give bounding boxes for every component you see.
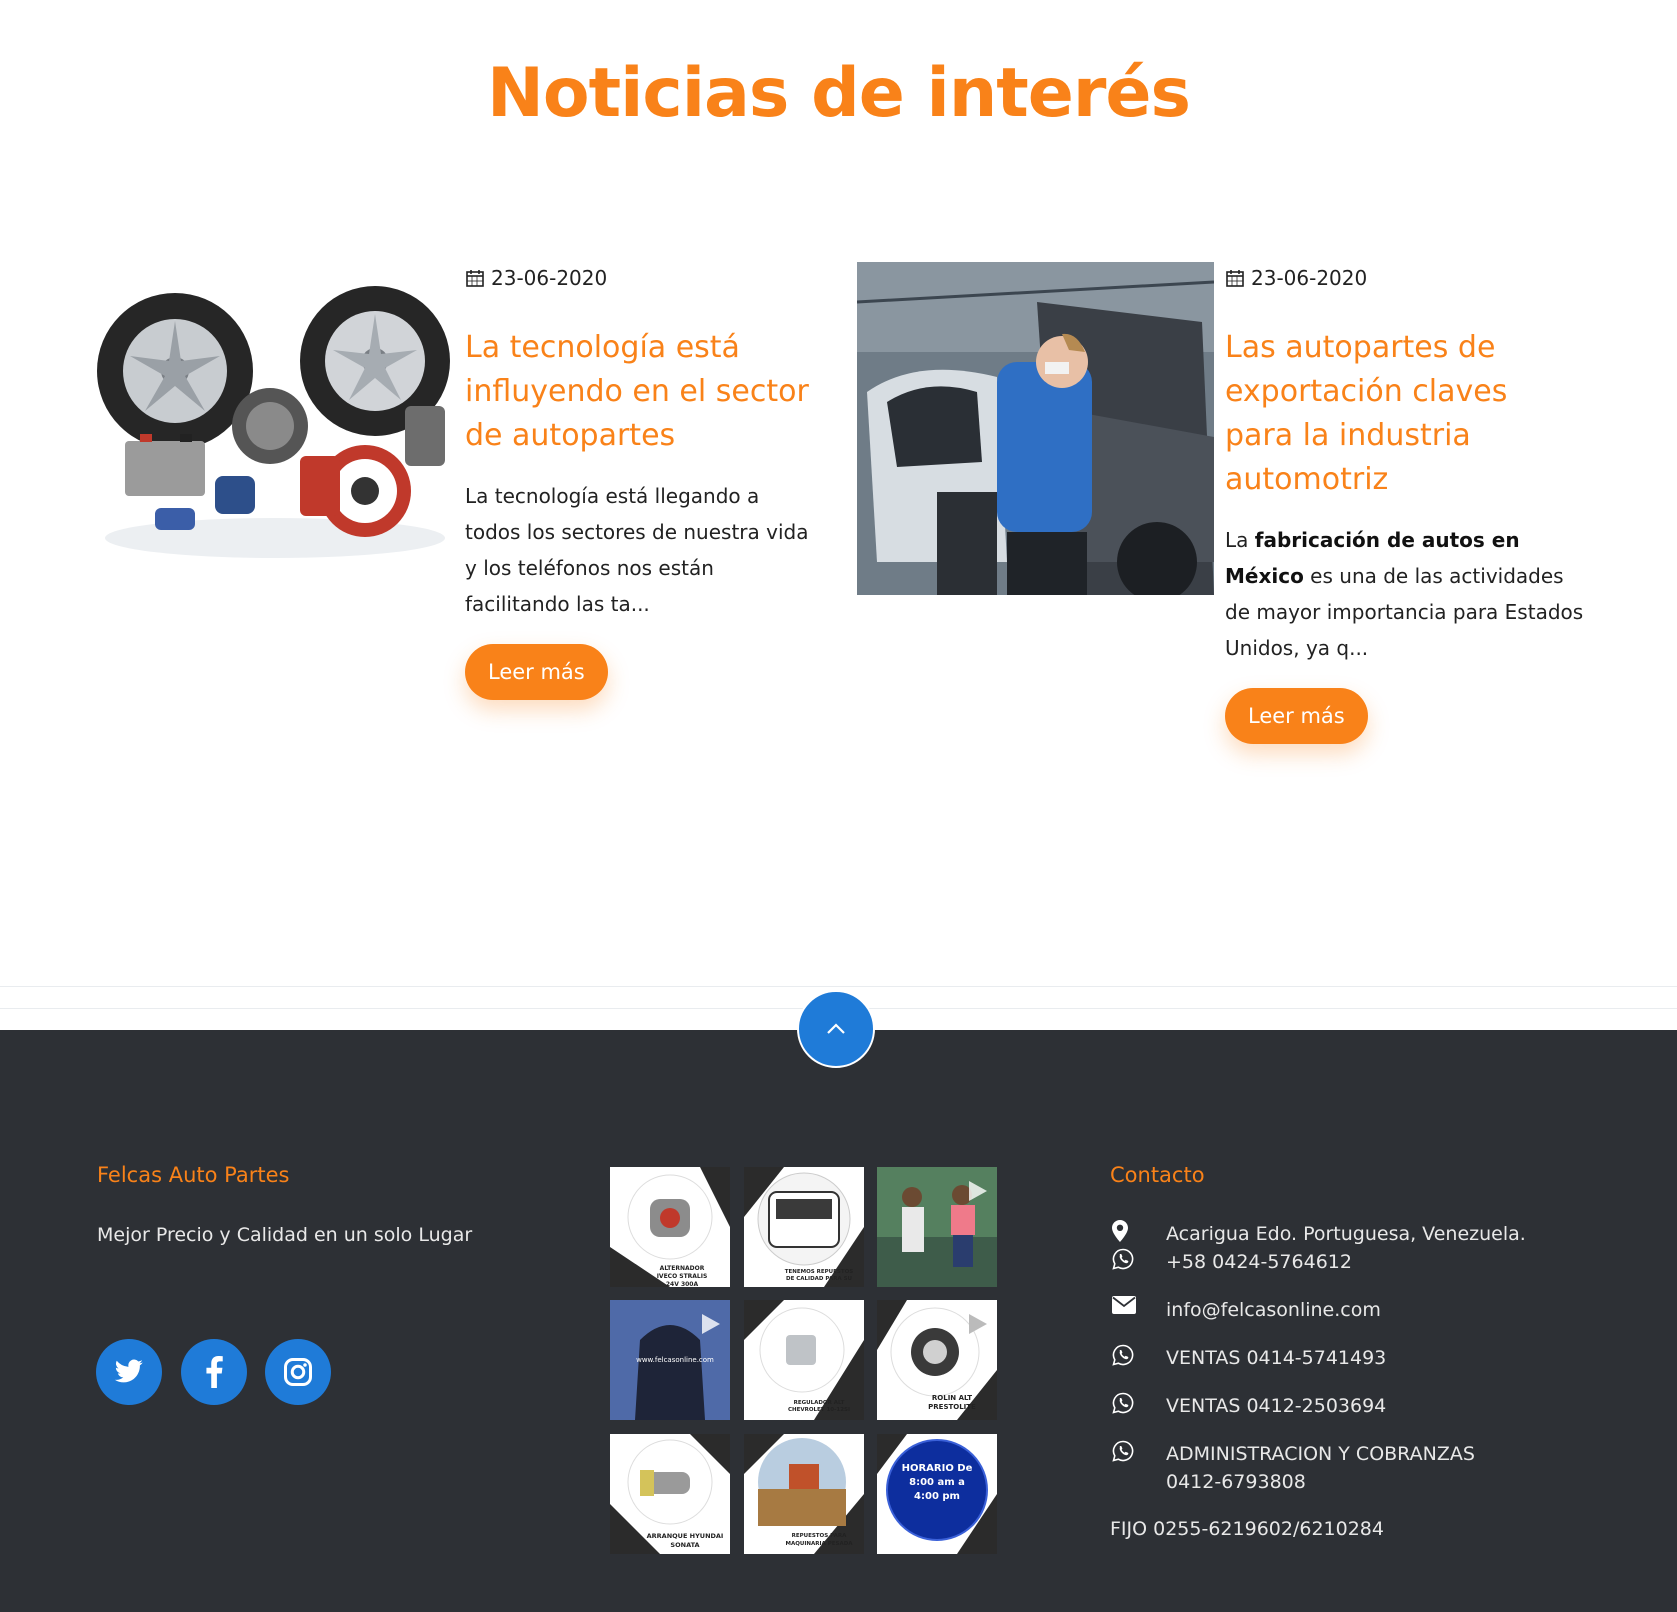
whatsapp-icon xyxy=(1112,1392,1134,1414)
contact-ventas-1-text: VENTAS 0414-5741493 xyxy=(1166,1347,1387,1369)
news-title[interactable]: Las autopartes de exportación claves par… xyxy=(1225,326,1555,502)
post-caption: www.felcasonline.com xyxy=(636,1356,714,1364)
instagram-post[interactable]: TENEMOS REPUESTOS DE CALIDAD PARA SU xyxy=(744,1167,864,1287)
news-date-text: 23-06-2020 xyxy=(491,266,608,290)
excerpt-prefix: La xyxy=(1225,528,1255,552)
whatsapp-icon xyxy=(1112,1344,1134,1366)
contact-email[interactable]: info@felcasonline.com xyxy=(1110,1296,1381,1324)
news-date: 23-06-2020 xyxy=(1225,266,1367,290)
news-date: 23-06-2020 xyxy=(465,266,607,290)
instagram-video-post[interactable]: ROLIN ALT PRESTOLITE xyxy=(877,1300,997,1420)
contact-ventas-1[interactable]: VENTAS 0414-5741493 xyxy=(1110,1344,1386,1372)
contact-email-text: info@felcasonline.com xyxy=(1166,1299,1381,1321)
twitter-button[interactable] xyxy=(96,1339,162,1405)
read-more-button[interactable]: Leer más xyxy=(465,644,608,700)
instagram-icon xyxy=(284,1358,312,1386)
whatsapp-icon xyxy=(1112,1440,1134,1462)
instagram-video-post[interactable] xyxy=(877,1167,997,1287)
post-caption: REGULADOR ALT CHEVROLET 10-12SI xyxy=(787,1400,851,1413)
news-image-auto-parts[interactable] xyxy=(95,276,455,566)
post-caption: ROLIN ALT PRESTOLITE xyxy=(928,1394,976,1411)
post-caption: ALTERNADOR IVECO STRALIS 24V 300A xyxy=(656,1265,708,1287)
auto-parts-illustration xyxy=(97,286,450,558)
contact-phone-text: +58 0424-5764612 xyxy=(1166,1251,1352,1273)
whatsapp-icon xyxy=(1112,1248,1134,1270)
footer-brand-title: Felcas Auto Partes xyxy=(97,1163,290,1187)
instagram-post[interactable]: REPUESTOS PARA MAQUINARIA PESADA xyxy=(744,1434,864,1554)
chevron-up-icon xyxy=(827,1023,845,1034)
contact-admin-text: ADMINISTRACION Y COBRANZAS 0412-6793808 xyxy=(1166,1440,1475,1496)
footer-contact-title: Contacto xyxy=(1110,1163,1205,1187)
contact-address: Acarigua Edo. Portuguesa, Venezuela. xyxy=(1110,1220,1526,1248)
instagram-video-post[interactable]: www.felcasonline.com xyxy=(610,1300,730,1420)
scroll-to-top-button[interactable] xyxy=(797,990,875,1068)
divider xyxy=(0,986,1677,987)
contact-admin[interactable]: ADMINISTRACION Y COBRANZAS 0412-6793808 xyxy=(1110,1440,1475,1496)
instagram-post[interactable]: REGULADOR ALT CHEVROLET 10-12SI xyxy=(744,1300,864,1420)
contact-fijo: FIJO 0255-6219602/6210284 xyxy=(1110,1518,1384,1540)
section-title: Noticias de interés xyxy=(486,54,1191,133)
footer-tagline: Mejor Precio y Calidad en un solo Lugar xyxy=(97,1224,473,1246)
news-excerpt: La tecnología está llegando a todos los … xyxy=(465,484,809,616)
news-excerpt: La fabricación de autos en México es una… xyxy=(1225,522,1585,666)
contact-ventas-2[interactable]: VENTAS 0412-2503694 xyxy=(1110,1392,1386,1420)
read-more-button[interactable]: Leer más xyxy=(1225,688,1368,744)
contact-admin-line2: 0412-6793808 xyxy=(1166,1471,1306,1493)
contact-phone[interactable]: +58 0424-5764612 xyxy=(1110,1248,1352,1276)
car-factory-illustration xyxy=(857,262,1214,595)
facebook-button[interactable] xyxy=(181,1339,247,1405)
footer: Felcas Auto Partes Mejor Precio y Calida… xyxy=(0,1030,1677,1612)
dancing-thumbnail xyxy=(877,1167,997,1287)
post-caption: HORARIO De 8:00 am a 4:00 pm xyxy=(901,1463,973,1502)
map-marker-icon xyxy=(1112,1220,1128,1242)
calendar-icon xyxy=(1226,270,1244,287)
envelope-icon xyxy=(1112,1296,1136,1314)
facebook-icon xyxy=(206,1356,223,1388)
instagram-button[interactable] xyxy=(265,1339,331,1405)
calendar-icon xyxy=(466,270,484,287)
post-caption: REPUESTOS PARA MAQUINARIA PESADA xyxy=(785,1533,853,1547)
post-caption: ARRANQUE HYUNDAI SONATA xyxy=(646,1532,724,1549)
contact-address-text: Acarigua Edo. Portuguesa, Venezuela. xyxy=(1166,1223,1526,1245)
contact-ventas-2-text: VENTAS 0412-2503694 xyxy=(1166,1395,1387,1417)
contact-admin-line1: ADMINISTRACION Y COBRANZAS xyxy=(1166,1443,1475,1465)
twitter-icon xyxy=(114,1359,143,1383)
post-caption: TENEMOS REPUESTOS DE CALIDAD PARA SU xyxy=(784,1269,854,1282)
instagram-post[interactable]: HORARIO De 8:00 am a 4:00 pm xyxy=(877,1434,997,1554)
instagram-post[interactable]: ALTERNADOR IVECO STRALIS 24V 300A xyxy=(610,1167,730,1287)
news-image-car-factory[interactable] xyxy=(857,262,1214,595)
news-title[interactable]: La tecnología está influyendo en el sect… xyxy=(465,326,815,458)
news-date-text: 23-06-2020 xyxy=(1251,266,1368,290)
instagram-post[interactable]: ARRANQUE HYUNDAI SONATA xyxy=(610,1434,730,1554)
